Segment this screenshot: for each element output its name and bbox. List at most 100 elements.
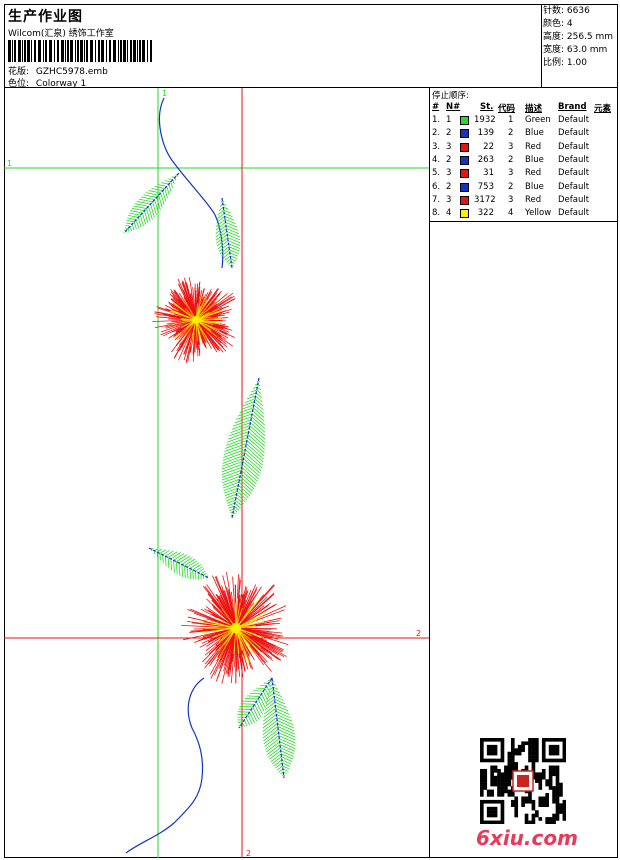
row-needle: 2 (446, 181, 452, 192)
row-stitches: 3172 (474, 194, 496, 205)
row-brand: Default (558, 154, 590, 165)
row-stitches: 322 (477, 208, 494, 219)
design-height: 高度: 256.5 mm (543, 32, 614, 42)
site-watermark: 6xiu.com (476, 826, 578, 850)
stop-sequence-row: 7. 3 3172 3 Red Default (430, 195, 619, 208)
color-count: 颜色: 4 (543, 19, 573, 29)
row-stitches: 31 (483, 168, 494, 179)
green-guide-label-left: 1 (7, 159, 12, 168)
row-index: 7. (432, 194, 441, 205)
stop-sequence-row: 1. 1 1932 1 Green Default (430, 115, 619, 128)
row-description: Red (525, 194, 542, 205)
leaf-bottom-right (262, 677, 296, 779)
stop-sequence-row: 6. 2 753 2 Blue Default (430, 182, 619, 195)
row-needle: 4 (446, 208, 452, 219)
col-header-index: # (432, 102, 440, 112)
stats-list: 针数: 6636 颜色: 4 高度: 256.5 mm 宽度: 63.0 mm … (543, 5, 613, 70)
row-brand: Default (558, 168, 590, 179)
row-description: Yellow (525, 208, 552, 219)
header-panel: 生产作业图 Wilcom(汇泉) 绣饰工作室 花版: GZHC5978.emb … (4, 4, 542, 89)
row-brand: Default (558, 128, 590, 139)
row-code: 3 (508, 194, 514, 205)
row-index: 6. (432, 181, 441, 192)
row-stitches: 1932 (474, 115, 496, 125)
row-index: 2. (432, 128, 441, 139)
leaf-middle (221, 377, 266, 519)
row-code: 3 (508, 141, 514, 152)
row-code: 2 (508, 128, 514, 139)
row-brand: Default (558, 208, 590, 219)
stop-sequence-row: 4. 2 263 2 Blue Default (430, 155, 619, 168)
color-swatch (460, 209, 469, 219)
row-index: 3. (432, 141, 441, 152)
row-code: 3 (508, 168, 514, 179)
leaf-top-right (215, 197, 241, 269)
flower-top (152, 277, 236, 364)
row-needle: 2 (446, 154, 452, 165)
red-guide-label-right: 2 (416, 629, 421, 638)
row-stitches: 753 (477, 181, 494, 192)
row-needle: 3 (446, 141, 452, 152)
color-swatch (460, 195, 469, 205)
col-header-code: 代码 (498, 104, 516, 114)
row-stitches: 22 (483, 141, 494, 152)
stop-sequence-title: 停止顺序: (432, 91, 469, 101)
row-code: 2 (508, 154, 514, 165)
leaf-bottom-left (237, 677, 273, 729)
barcode (8, 40, 152, 62)
row-index: 5. (432, 168, 441, 179)
row-needle: 2 (446, 128, 452, 139)
top-stem (158, 97, 224, 269)
page-title: 生产作业图 (8, 9, 83, 25)
flower-bottom (181, 572, 289, 684)
row-code: 2 (508, 181, 514, 192)
qr-code (480, 738, 566, 824)
stop-sequence-row: 2. 2 139 2 Blue Default (430, 128, 619, 141)
row-index: 4. (432, 154, 441, 165)
red-guide-label-bottom: 2 (246, 849, 251, 858)
row-index: 1. (432, 115, 441, 125)
row-brand: Default (558, 141, 590, 152)
col-header-element: 元素 (594, 104, 612, 114)
green-guide-label-top: 1 (162, 89, 167, 98)
row-description: Green (525, 115, 551, 125)
row-stitches: 263 (477, 154, 494, 165)
row-index: 8. (432, 208, 441, 219)
stitch-count: 针数: 6636 (543, 6, 590, 16)
qr-logo-stamp (517, 775, 529, 787)
bottom-stem (125, 677, 205, 854)
color-swatch (460, 116, 469, 125)
col-header-brand: Brand (558, 102, 587, 112)
row-description: Red (525, 168, 542, 179)
row-description: Blue (525, 181, 544, 192)
company-subtitle: Wilcom(汇泉) 绣饰工作室 (8, 29, 114, 39)
row-stitches: 139 (477, 128, 494, 139)
row-brand: Default (558, 115, 590, 125)
col-header-stitches: St. (480, 102, 494, 112)
col-header-needle: N# (446, 102, 461, 112)
color-swatch (460, 142, 469, 152)
design-scale: 比例: 1.00 (543, 58, 587, 68)
color-swatch (460, 169, 469, 179)
row-needle: 1 (446, 115, 452, 125)
stats-panel: 针数: 6636 颜色: 4 高度: 256.5 mm 宽度: 63.0 mm … (541, 4, 618, 88)
color-swatch (460, 129, 469, 139)
color-swatch (460, 182, 469, 192)
row-description: Blue (525, 128, 544, 139)
row-brand: Default (558, 194, 590, 205)
stop-sequence-row: 3. 3 22 3 Red Default (430, 142, 619, 155)
stop-sequence-row: 8. 4 322 4 Yellow Default (430, 208, 619, 221)
row-description: Blue (525, 154, 544, 165)
stop-sequence-row: 5. 3 31 3 Red Default (430, 168, 619, 181)
col-header-desc: 描述 (525, 104, 543, 114)
embroidery-preview: 1 1 2 2 (4, 88, 429, 858)
row-code: 1 (508, 115, 514, 125)
row-brand: Default (558, 181, 590, 192)
leaf-top-left (123, 172, 180, 234)
row-needle: 3 (446, 168, 452, 179)
stop-sequence-panel: 停止顺序: # N# St. 代码 描述 Brand 元素 1. 1 1932 1 Gr… (429, 88, 618, 222)
design-width: 宽度: 63.0 mm (543, 45, 608, 55)
row-code: 4 (508, 208, 514, 219)
color-swatch (460, 155, 469, 165)
row-description: Red (525, 141, 542, 152)
